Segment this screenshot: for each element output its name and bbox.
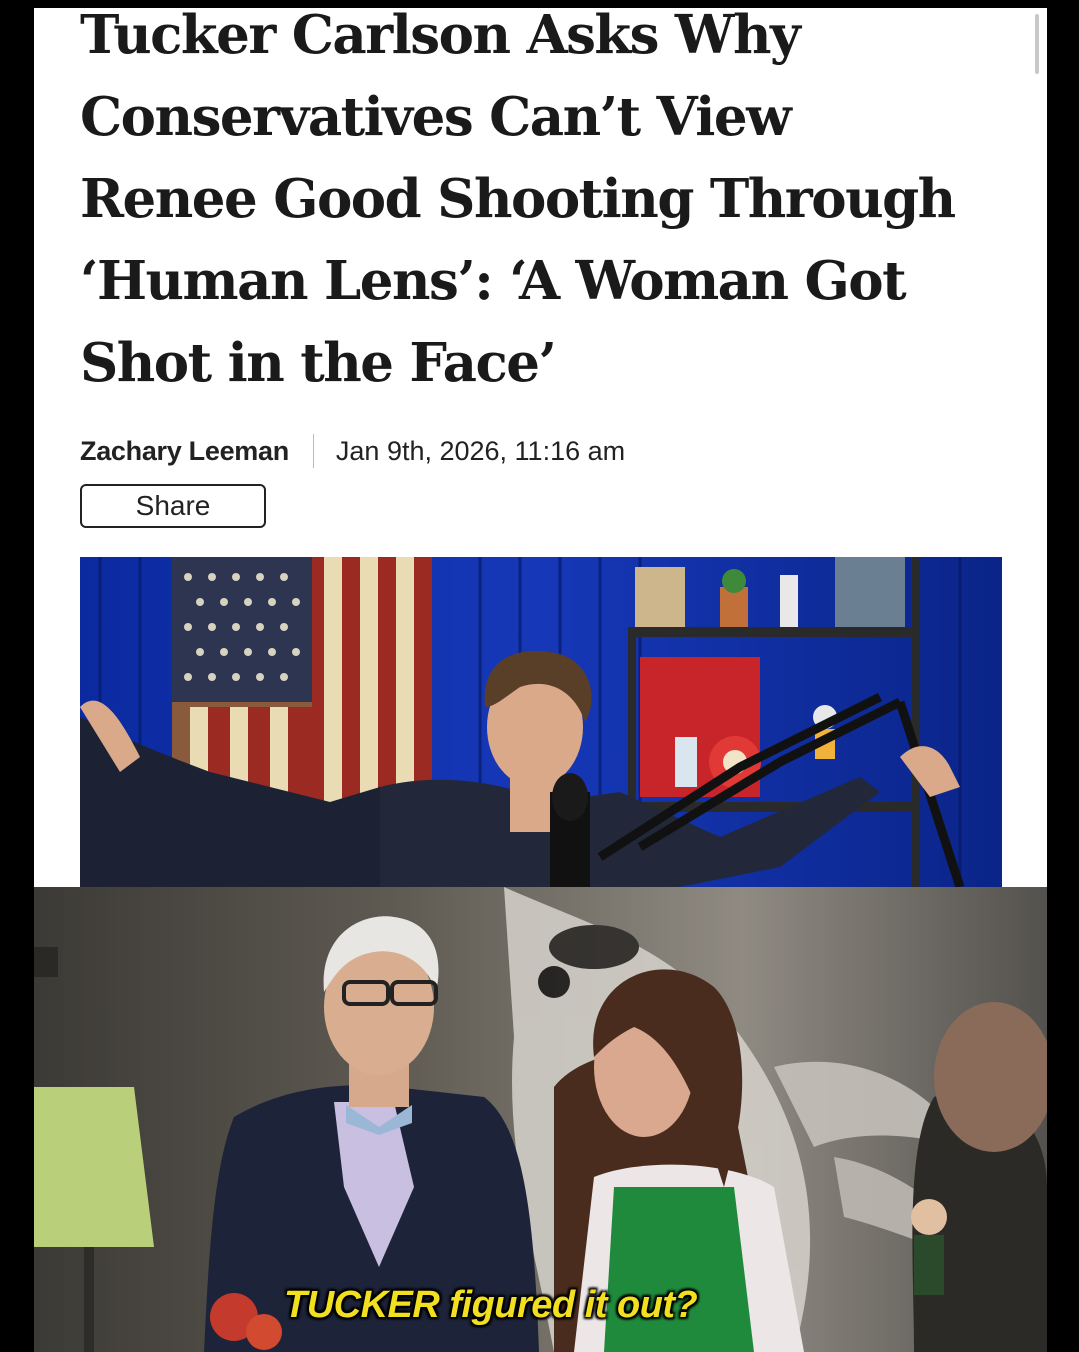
clown-figurine [911,1199,947,1295]
meme-image [34,887,1047,1352]
meme-caption: TUCKER figured it out? [284,1284,698,1326]
share-button[interactable]: Share [80,484,266,528]
article-hero-image [80,557,1002,887]
article-headline: Tucker Carlson Asks Why Conservatives Ca… [80,8,956,394]
tv-scene-illustration [34,887,1047,1352]
scrollbar[interactable] [1035,14,1039,74]
author-name[interactable]: Zachary Leeman [80,436,289,467]
article-screenshot: Tucker Carlson Asks Why Conservatives Ca… [34,8,1047,1352]
byline-divider [312,434,314,468]
publish-date: Jan 9th, 2026, 11:16 am [335,435,626,466]
byline: Zachary Leeman Jan 9th, 2026, 11:16 am [80,428,625,474]
studio-scene-illustration [80,557,1002,887]
